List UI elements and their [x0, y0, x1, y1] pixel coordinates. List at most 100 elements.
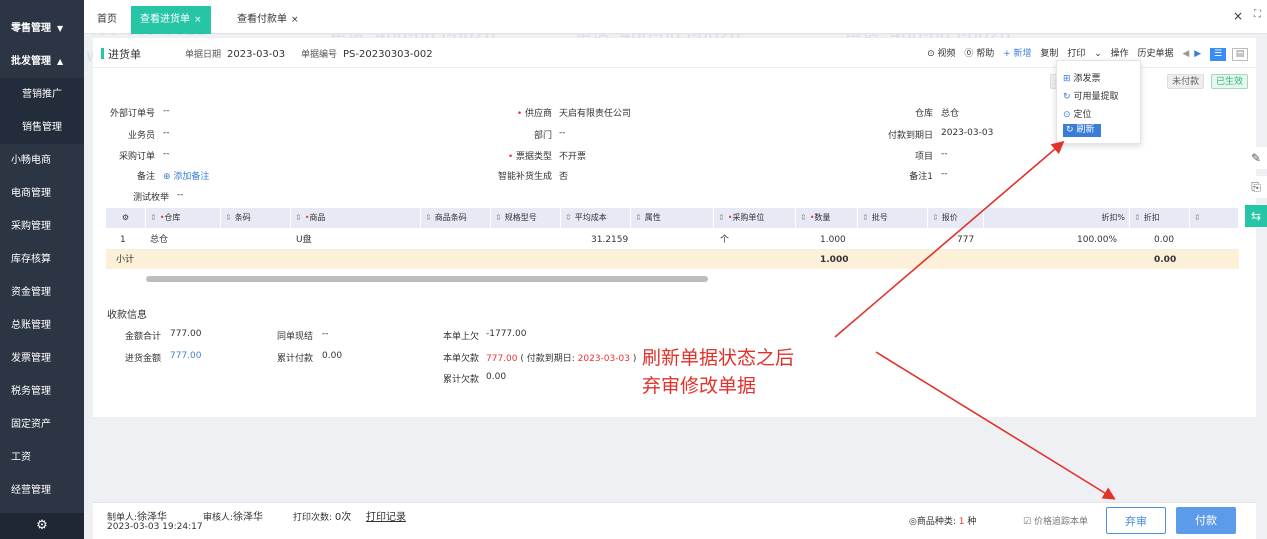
- print-count: 打印次数: 0次: [293, 508, 351, 523]
- menu-item-locate[interactable]: ⊙ 定位: [1063, 107, 1092, 120]
- col-label: 条码: [234, 213, 251, 222]
- price-track-checkbox[interactable]: ☑ 价格追踪本单: [1023, 514, 1088, 527]
- tab-home[interactable]: 首页: [88, 6, 126, 34]
- sidebar-item-ecommerce[interactable]: 电商管理: [0, 177, 84, 210]
- sidebar-item-invoice[interactable]: 发票管理: [0, 342, 84, 375]
- sidebar-item-marketing[interactable]: 营销推广: [0, 78, 84, 111]
- col-discount[interactable]: ⇕ 折扣: [1130, 208, 1190, 228]
- due-date-value[interactable]: 2023-03-03: [941, 128, 993, 138]
- dept-value[interactable]: --: [559, 128, 566, 138]
- sidebar-item-payroll[interactable]: 工资: [0, 441, 84, 474]
- table-row[interactable]: 1 总仓 U盘 31.2159 个 1.000 777 100.00% 0.00: [106, 230, 1239, 250]
- project-value[interactable]: --: [941, 149, 948, 159]
- print-more-icon[interactable]: ⌄: [1094, 49, 1102, 59]
- history-button[interactable]: 历史单据: [1138, 49, 1174, 59]
- owe-due-prefix: ( 付款到期日:: [520, 354, 575, 364]
- cell-discount[interactable]: 0.00: [1154, 230, 1174, 250]
- col-attribute[interactable]: ⇕ 属性: [631, 208, 714, 228]
- grid-header: ⚙ ⇕ •仓库 ⇕ 条码 ⇕ •商品 ⇕ 商品条码 ⇕ 规格型号 ⇕ 平均成本 ⇕ 属性 ⇕ •…: [106, 208, 1239, 228]
- caret-up-icon: ▲: [57, 57, 64, 66]
- col-spec[interactable]: ⇕ 规格型号: [491, 208, 561, 228]
- copy-button[interactable]: 复制: [1040, 49, 1058, 59]
- list-view-icon[interactable]: ☰: [1210, 48, 1226, 61]
- cell-qty[interactable]: 1.000: [820, 230, 846, 250]
- sidebar-item-funds[interactable]: 资金管理: [0, 276, 84, 309]
- sidebar-item-purchase[interactable]: 采购管理: [0, 210, 84, 243]
- switch-icon[interactable]: ⇆: [1245, 205, 1267, 227]
- add-remark-link[interactable]: ⊕ 添加备注: [163, 169, 209, 182]
- close-icon[interactable]: ×: [194, 15, 202, 25]
- test-enum-value[interactable]: --: [177, 190, 184, 200]
- tab-purchase-receipt[interactable]: 查看进货单 ×: [131, 6, 211, 34]
- print-button[interactable]: 打印: [1067, 49, 1085, 59]
- next-icon[interactable]: ▶: [1194, 49, 1201, 59]
- sidebar-item-assets[interactable]: 固定资产: [0, 408, 84, 441]
- gear-icon[interactable]: ⚙: [0, 513, 84, 539]
- sidebar-item-retail[interactable]: 零售管理 ▼: [0, 12, 84, 45]
- warehouse-label: 仓库: [914, 109, 933, 119]
- window-maximize-icon[interactable]: ⛶: [1254, 9, 1261, 20]
- tab-bar: 首页 查看进货单 × 查看付款单 × × ⛶: [84, 0, 1267, 34]
- col-product-barcode[interactable]: ⇕ 商品条码: [421, 208, 491, 228]
- col-extra[interactable]: ⇕: [1190, 208, 1239, 228]
- prev-owe-value: -1777.00: [486, 329, 527, 339]
- warehouse-value[interactable]: 总仓: [941, 106, 959, 119]
- cell-product[interactable]: U盘: [296, 230, 312, 250]
- invoice-type-value[interactable]: 不开票: [559, 149, 586, 162]
- purchase-amount-value[interactable]: 777.00: [170, 351, 202, 361]
- col-purchase-unit[interactable]: ⇕ •采购单位: [714, 208, 796, 228]
- sidebar-item-sales[interactable]: 销售管理: [0, 111, 84, 144]
- print-record-link[interactable]: 打印记录: [366, 508, 406, 523]
- sidebar-item-ledger[interactable]: 总账管理: [0, 309, 84, 342]
- invoice-type-label-text: 票据类型: [515, 152, 552, 162]
- effective-badge: 已生效: [1210, 74, 1248, 89]
- remark1-value[interactable]: --: [941, 169, 948, 179]
- supplier-value[interactable]: 天启有限责任公司: [559, 106, 631, 119]
- col-batch[interactable]: ⇕ 批号: [858, 208, 928, 228]
- add-invoice-icon: ⊞: [1063, 74, 1071, 84]
- horizontal-scrollbar[interactable]: [146, 276, 708, 282]
- new-button[interactable]: + 新增: [1003, 49, 1031, 59]
- col-quote[interactable]: ⇕ 报价: [928, 208, 984, 228]
- required-mark: •: [516, 109, 525, 119]
- cell-quote[interactable]: 777: [957, 230, 974, 250]
- col-product[interactable]: ⇕ •商品: [291, 208, 421, 228]
- tab-payment[interactable]: 查看付款单 ×: [228, 6, 308, 34]
- test-enum-label: 测试枚举: [132, 193, 169, 203]
- sidebar-item-operations[interactable]: 经营管理: [0, 474, 84, 507]
- sidebar-item-tax[interactable]: 税务管理: [0, 375, 84, 408]
- smart-replenish-value[interactable]: 否: [559, 169, 568, 182]
- video-button[interactable]: ⊙ 视频: [927, 49, 955, 59]
- attachment-icon[interactable]: ⎘: [1245, 176, 1267, 198]
- sidebar-item-ecommerce-mini[interactable]: 小畅电商: [0, 144, 84, 177]
- menu-item-refresh[interactable]: ↻ 刷新: [1063, 124, 1101, 137]
- close-icon[interactable]: ×: [291, 15, 299, 25]
- col-discount-pct[interactable]: 折扣%: [984, 208, 1130, 228]
- col-warehouse[interactable]: ⇕ •仓库: [146, 208, 221, 228]
- operations-button[interactable]: 操作: [1111, 49, 1129, 59]
- menu-item-add-invoice[interactable]: ⊞ 添发票: [1063, 71, 1101, 84]
- owe-due-date: 2023-03-03: [577, 354, 630, 364]
- ext-order-value[interactable]: --: [163, 106, 170, 116]
- cell-warehouse[interactable]: 总仓: [150, 230, 168, 250]
- doc-number-value: PS-20230303-002: [343, 49, 433, 60]
- prev-icon[interactable]: ◀: [1182, 49, 1189, 59]
- grid-view-icon[interactable]: ▤: [1232, 48, 1248, 61]
- cell-unit[interactable]: 个: [720, 230, 729, 250]
- grid-settings-icon[interactable]: ⚙: [106, 208, 146, 228]
- notes-icon[interactable]: ✎: [1245, 147, 1267, 169]
- pay-button[interactable]: 付款: [1176, 507, 1236, 534]
- col-barcode[interactable]: ⇕ 条码: [221, 208, 291, 228]
- tab-label: 查看进货单: [140, 14, 190, 25]
- sidebar-item-wholesale[interactable]: 批发管理 ▲: [0, 45, 84, 78]
- salesman-value[interactable]: --: [163, 128, 170, 138]
- window-close-icon[interactable]: ×: [1233, 9, 1243, 23]
- po-value[interactable]: --: [163, 149, 170, 159]
- sidebar-item-inventory[interactable]: 库存核算: [0, 243, 84, 276]
- menu-item-extract-available[interactable]: ↻ 可用量提取: [1063, 89, 1119, 102]
- help-button[interactable]: ⓪ 帮助: [964, 49, 994, 59]
- col-qty[interactable]: ⇕ •数量: [796, 208, 858, 228]
- cell-discount-pct[interactable]: 100.00%: [1077, 230, 1117, 250]
- col-avg-cost[interactable]: ⇕ 平均成本: [561, 208, 631, 228]
- abandon-audit-button[interactable]: 弃审: [1106, 507, 1166, 534]
